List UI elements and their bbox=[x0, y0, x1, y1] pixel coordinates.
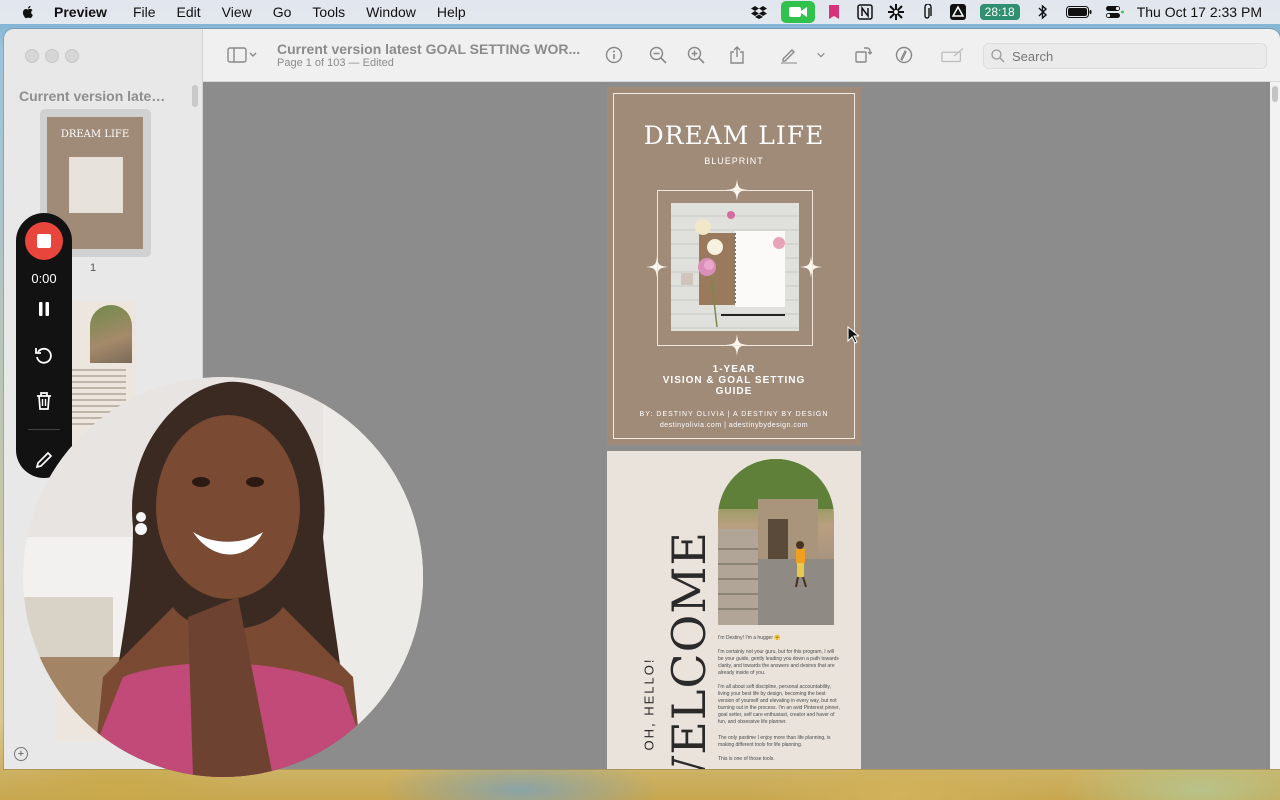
form-fill-button[interactable] bbox=[940, 45, 966, 65]
menu-view[interactable]: View bbox=[222, 4, 252, 20]
document-title[interactable]: Current version latest GOAL SETTING WOR.… bbox=[277, 41, 580, 57]
page-2-welcome: WELCOME OH, HELLO! I'm Destiny! I'm a hu… bbox=[607, 451, 861, 769]
recording-controls: 0:00 bbox=[16, 213, 72, 478]
thumbnail-photo bbox=[69, 157, 123, 213]
thumbnail-title: DREAM LIFE bbox=[60, 129, 130, 140]
document-scrollbar[interactable] bbox=[1270, 82, 1280, 769]
menu-clock[interactable]: Thu Oct 17 2:33 PM bbox=[1137, 4, 1262, 20]
pause-icon bbox=[39, 302, 49, 316]
cover-urls: destinyolivia.com | adestinybydesign.com bbox=[659, 422, 809, 429]
info-button[interactable] bbox=[604, 45, 624, 65]
restart-recording-button[interactable] bbox=[32, 343, 56, 367]
webcam-bubble[interactable] bbox=[23, 377, 423, 777]
draw-annotation-button[interactable] bbox=[32, 448, 56, 472]
cover-subtitle: BLUEPRINT bbox=[704, 156, 764, 166]
guide-line-2: VISION & GOAL SETTING bbox=[662, 375, 806, 386]
battery-icon[interactable] bbox=[1065, 3, 1093, 21]
delete-recording-button[interactable] bbox=[32, 389, 56, 413]
cover-guide-title: 1-YEAR VISION & GOAL SETTING GUIDE bbox=[607, 364, 861, 397]
zoom-out-button[interactable] bbox=[648, 45, 668, 65]
search-input[interactable] bbox=[1010, 46, 1254, 66]
menu-help[interactable]: Help bbox=[437, 4, 466, 20]
menu-edit[interactable]: Edit bbox=[177, 4, 201, 20]
trash-icon bbox=[37, 392, 51, 410]
highlight-button[interactable] bbox=[779, 45, 799, 65]
thumbnail-page-number: 1 bbox=[90, 262, 97, 274]
sidebar-toggle-button[interactable] bbox=[223, 45, 261, 65]
controls-divider bbox=[28, 429, 60, 430]
zoom-in-icon bbox=[687, 46, 705, 64]
markup-icon bbox=[895, 46, 913, 64]
markup-button[interactable] bbox=[894, 45, 914, 65]
menu-tools[interactable]: Tools bbox=[312, 4, 345, 20]
menu-bar: Preview File Edit View Go Tools Window H… bbox=[0, 0, 1280, 24]
share-button[interactable] bbox=[727, 45, 747, 65]
pencil-icon bbox=[35, 451, 53, 469]
cover-byline: BY: DESTINY OLIVIA | A DESTINY BY DESIGN bbox=[639, 411, 829, 418]
stop-recording-button[interactable] bbox=[25, 222, 63, 260]
sidebar-document-title: Current version lates... bbox=[19, 88, 169, 104]
apple-icon[interactable] bbox=[20, 4, 36, 20]
restart-icon bbox=[35, 347, 52, 364]
form-icon bbox=[941, 48, 964, 63]
welcome-paragraph-4: The only pastime I enjoy more than life … bbox=[718, 735, 831, 748]
page-1-cover: DREAM LIFE BLUEPRINT 1-YEAR VISION & GOA… bbox=[607, 87, 861, 445]
mouse-cursor-icon bbox=[847, 326, 859, 344]
dropbox-icon[interactable] bbox=[750, 3, 768, 21]
timer-badge[interactable]: 28:18 bbox=[979, 4, 1020, 20]
info-icon bbox=[605, 46, 623, 64]
close-window-button[interactable] bbox=[25, 49, 39, 63]
guide-line-3: GUIDE bbox=[715, 386, 753, 397]
tag-icon[interactable] bbox=[825, 3, 843, 21]
highlighter-icon bbox=[781, 49, 797, 64]
rotate-button[interactable] bbox=[853, 45, 873, 65]
highlight-menu-button[interactable] bbox=[814, 45, 828, 65]
zoom-out-icon bbox=[649, 46, 667, 64]
add-page-icon[interactable]: + bbox=[14, 747, 28, 761]
document-status: Page 1 of 103 — Edited bbox=[277, 57, 394, 69]
minimize-window-button[interactable] bbox=[45, 49, 59, 63]
welcome-paragraph-5: This is one of those tools. bbox=[718, 756, 775, 762]
guide-line-1: 1-YEAR bbox=[712, 364, 756, 375]
sidebar-scrollbar[interactable] bbox=[192, 85, 198, 107]
zoom-in-button[interactable] bbox=[686, 45, 706, 65]
facetime-icon[interactable] bbox=[780, 1, 815, 23]
stop-icon bbox=[37, 234, 51, 248]
welcome-arch-photo bbox=[718, 459, 834, 625]
share-icon bbox=[730, 46, 744, 64]
drive-icon[interactable] bbox=[949, 3, 967, 21]
notion-icon[interactable] bbox=[856, 3, 874, 21]
gear-icon[interactable] bbox=[887, 3, 905, 21]
welcome-greeting: OH, HELLO! bbox=[641, 657, 657, 751]
recording-timer: 0:00 bbox=[31, 271, 57, 286]
menu-go[interactable]: Go bbox=[273, 4, 292, 20]
scrollbar-knob[interactable] bbox=[1272, 86, 1278, 102]
zoom-window-button[interactable] bbox=[65, 49, 79, 63]
welcome-paragraph-2: I'm certainly not your guru, but for thi… bbox=[718, 649, 839, 676]
bluetooth-icon[interactable] bbox=[1034, 3, 1052, 21]
sidebar-icon bbox=[227, 47, 257, 63]
welcome-paragraph-1: I'm Destiny! I'm a hugger 🤗 bbox=[718, 635, 781, 641]
cover-photo bbox=[671, 203, 799, 331]
menu-app-name[interactable]: Preview bbox=[54, 4, 107, 20]
cover-photo-frame bbox=[657, 190, 813, 346]
cover-title: DREAM LIFE bbox=[643, 121, 825, 150]
menu-window[interactable]: Window bbox=[366, 4, 416, 20]
paperclip-icon[interactable] bbox=[918, 3, 936, 21]
menu-file[interactable]: File bbox=[133, 4, 156, 20]
search-icon bbox=[991, 49, 1005, 63]
search-field[interactable] bbox=[983, 43, 1267, 69]
chevron-down-icon bbox=[817, 52, 825, 58]
welcome-heading: WELCOME bbox=[662, 531, 716, 769]
thumbnail-arch-photo bbox=[90, 305, 132, 363]
welcome-paragraph-3: I'm all about soft discipline, personal … bbox=[718, 684, 840, 725]
control-center-icon[interactable] bbox=[1105, 3, 1124, 21]
pause-recording-button[interactable] bbox=[32, 297, 56, 321]
rotate-icon bbox=[855, 47, 872, 63]
menu-extras: 28:18 Thu Oct 17 2:33 PM bbox=[750, 0, 1280, 24]
